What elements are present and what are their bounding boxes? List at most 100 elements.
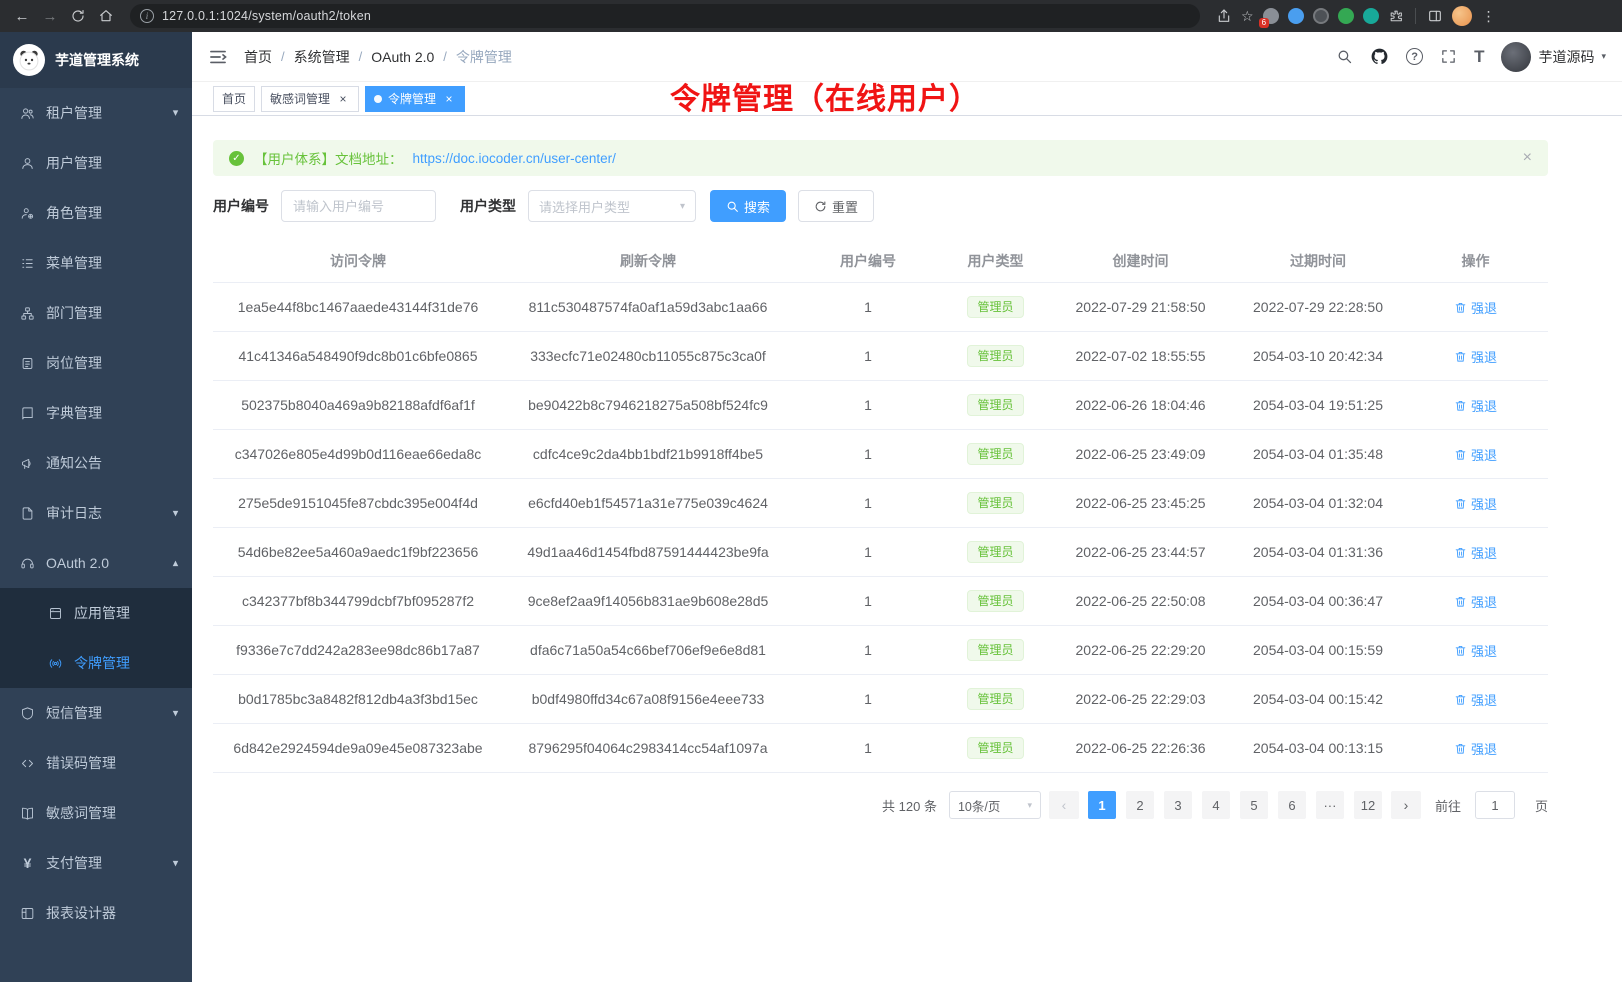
cell-expires-at: 2054-03-04 01:35:48 (1233, 430, 1403, 479)
search-icon[interactable] (1336, 48, 1353, 65)
user-id-label: 用户编号 (213, 196, 269, 216)
sidebar-item-oauth-token[interactable]: 令牌管理 (0, 638, 192, 688)
page-size-select[interactable]: 10条/页 ▾ (949, 791, 1041, 819)
force-logout-button[interactable]: 强退 (1454, 690, 1497, 709)
breadcrumb-home[interactable]: 首页 (244, 47, 272, 67)
users-icon (20, 106, 35, 121)
force-logout-button[interactable]: 强退 (1454, 641, 1497, 660)
cell-access-token: 6d842e2924594de9a09e45e087323abe (213, 724, 503, 773)
reload-icon[interactable] (66, 4, 90, 28)
sidebar-item-tenant[interactable]: 租户管理 ▾ (0, 88, 192, 138)
sidebar-item-notice[interactable]: 通知公告 (0, 438, 192, 488)
user-id-input[interactable] (281, 190, 436, 222)
font-size-icon[interactable]: T (1474, 47, 1484, 67)
page-button-12[interactable]: 12 (1354, 791, 1382, 819)
sidebar-item-sms[interactable]: 短信管理 ▾ (0, 688, 192, 738)
tab-home[interactable]: 首页 (213, 86, 255, 112)
app-logo[interactable]: 芋道管理系统 (0, 32, 192, 88)
home-icon[interactable] (94, 4, 118, 28)
sidebar-item-error-code[interactable]: 错误码管理 (0, 738, 192, 788)
cell-refresh-token: 9ce8ef2aa9f14056b831ae9b608e28d5 (503, 577, 793, 626)
address-bar[interactable]: i 127.0.0.1:1024/system/oauth2/token (130, 4, 1200, 28)
browser-profile-avatar[interactable] (1452, 6, 1472, 26)
reset-button[interactable]: 重置 (798, 190, 874, 222)
sidebar-item-post[interactable]: 岗位管理 (0, 338, 192, 388)
sidebar-item-sensitive-word[interactable]: 敏感词管理 (0, 788, 192, 838)
sidebar-item-role[interactable]: 角色管理 (0, 188, 192, 238)
forward-icon[interactable]: → (38, 4, 62, 28)
breadcrumb-system[interactable]: 系统管理 (294, 47, 350, 67)
page-button-1[interactable]: 1 (1088, 791, 1116, 819)
doc-link[interactable]: https://doc.iocoder.cn/user-center/ (413, 151, 616, 166)
page-button-5[interactable]: 5 (1240, 791, 1268, 819)
sidebar-item-dept[interactable]: 部门管理 (0, 288, 192, 338)
breadcrumb-oauth[interactable]: OAuth 2.0 (371, 49, 434, 65)
sidebar-item-user[interactable]: 用户管理 (0, 138, 192, 188)
goto-page-input[interactable] (1475, 791, 1515, 819)
bookmark-star-icon[interactable]: ☆ (1241, 8, 1254, 25)
search-button[interactable]: 搜索 (710, 190, 786, 222)
sidebar-item-label: 审计日志 (46, 503, 102, 523)
extension-icon-2[interactable] (1288, 8, 1304, 24)
toolbar-divider (1415, 8, 1416, 24)
user-type-select[interactable]: 请选择用户类型 ▾ (528, 190, 696, 222)
sidebar-item-oauth-app[interactable]: 应用管理 (0, 588, 192, 638)
force-logout-button[interactable]: 强退 (1454, 396, 1497, 415)
force-logout-button[interactable]: 强退 (1454, 298, 1497, 317)
close-icon[interactable]: × (442, 92, 456, 106)
list-icon (20, 256, 35, 271)
sidebar-item-dict[interactable]: 字典管理 (0, 388, 192, 438)
page-button-4[interactable]: 4 (1202, 791, 1230, 819)
force-logout-button[interactable]: 强退 (1454, 592, 1497, 611)
page-ellipsis[interactable]: ··· (1316, 791, 1344, 819)
force-logout-button[interactable]: 强退 (1454, 445, 1497, 464)
sidebar-item-pay[interactable]: ¥ 支付管理 ▾ (0, 838, 192, 888)
extension-icon-5[interactable] (1363, 8, 1379, 24)
cell-actions: 强退 (1403, 724, 1548, 773)
page-button-3[interactable]: 3 (1164, 791, 1192, 819)
extension-icon-1[interactable]: 6 (1263, 8, 1279, 24)
back-icon[interactable]: ← (10, 4, 34, 28)
help-icon[interactable]: ? (1406, 48, 1423, 65)
layout-icon (20, 906, 35, 921)
force-logout-button[interactable]: 强退 (1454, 494, 1497, 513)
cell-refresh-token: 49d1aa46d1454fbd87591444423be9fa (503, 528, 793, 577)
trash-icon (1454, 448, 1467, 461)
sidebar-item-report-designer[interactable]: 报表设计器 (0, 888, 192, 938)
cell-expires-at: 2054-03-04 19:51:25 (1233, 381, 1403, 430)
extension-icon-4[interactable] (1338, 8, 1354, 24)
fullscreen-icon[interactable] (1440, 48, 1457, 65)
user-menu[interactable]: 芋道源码 ▾ (1501, 42, 1606, 72)
breadcrumb-separator: / (281, 49, 285, 64)
cell-expires-at: 2054-03-10 20:42:34 (1233, 332, 1403, 381)
alert-close-icon[interactable]: × (1523, 149, 1532, 167)
site-info-icon[interactable]: i (140, 9, 154, 23)
tab-label: 令牌管理 (388, 90, 436, 107)
share-icon[interactable] (1216, 8, 1232, 24)
chevron-down-icon: ▾ (680, 201, 685, 212)
force-logout-button[interactable]: 强退 (1454, 739, 1497, 758)
force-logout-button[interactable]: 强退 (1454, 543, 1497, 562)
table-row: b0d1785bc3a8482f812db4a3f3bd15ec b0df498… (213, 675, 1548, 724)
col-actions: 操作 (1403, 240, 1548, 283)
next-page-button[interactable]: › (1391, 791, 1421, 819)
split-screen-icon[interactable] (1427, 8, 1443, 24)
success-check-icon: ✓ (229, 151, 244, 166)
trash-icon (1454, 301, 1467, 314)
sidebar-item-menu[interactable]: 菜单管理 (0, 238, 192, 288)
force-logout-button[interactable]: 强退 (1454, 347, 1497, 366)
github-icon[interactable] (1370, 47, 1389, 66)
page-button-2[interactable]: 2 (1126, 791, 1154, 819)
browser-menu-icon[interactable]: ⋮ (1481, 8, 1497, 25)
tab-sensitive-word[interactable]: 敏感词管理 × (261, 86, 359, 112)
extensions-puzzle-icon[interactable] (1388, 8, 1404, 24)
close-icon[interactable]: × (336, 92, 350, 106)
page-button-6[interactable]: 6 (1278, 791, 1306, 819)
prev-page-button[interactable]: ‹ (1049, 791, 1079, 819)
sidebar-item-audit-log[interactable]: 审计日志 ▾ (0, 488, 192, 538)
sidebar-item-oauth[interactable]: OAuth 2.0 ▾ (0, 538, 192, 588)
extension-icon-3[interactable] (1313, 8, 1329, 24)
tab-token[interactable]: 令牌管理 × (365, 86, 465, 112)
collapse-sidebar-icon[interactable] (208, 47, 228, 67)
col-user-type: 用户类型 (943, 240, 1048, 283)
